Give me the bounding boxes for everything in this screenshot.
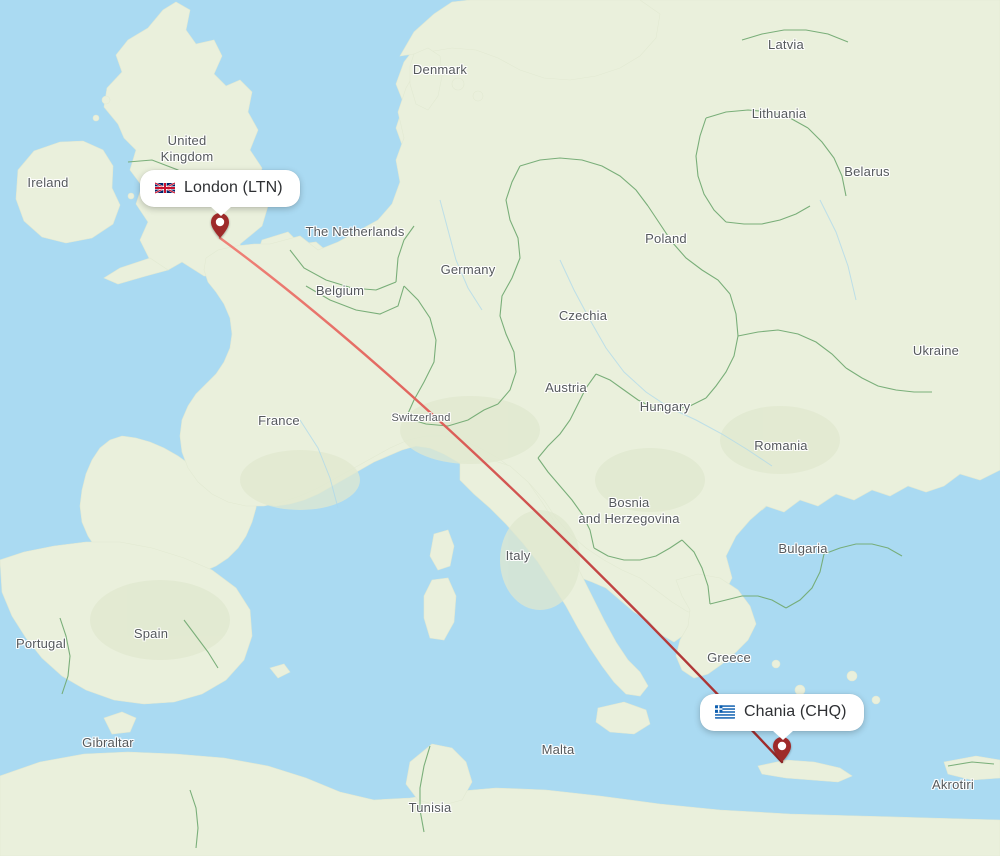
callout-london[interactable]: London (LTN) — [140, 170, 300, 216]
land-isle-speck-1 — [127, 192, 135, 200]
united-kingdom-flag — [155, 182, 175, 194]
land-danish-isle-1 — [451, 77, 465, 91]
callout-chania[interactable]: Chania (CHQ) — [700, 694, 864, 740]
land-danish-isle-2 — [472, 90, 484, 102]
callout-london-label: London (LTN) — [184, 179, 283, 196]
land-isle-speck-2 — [101, 95, 111, 105]
callout-chania-label: Chania (CHQ) — [744, 703, 847, 720]
flight-route-map[interactable]: Ireland United Kingdom Denmark Latvia Lithua… — [0, 0, 1000, 856]
land-isle-speck-3 — [92, 114, 100, 122]
land-aegean-isle-3 — [846, 670, 858, 682]
land-aegean-isle-5 — [771, 659, 781, 669]
greece-flag — [715, 705, 735, 719]
land-aegean-isle-4 — [871, 695, 881, 705]
land-ireland — [15, 140, 121, 244]
